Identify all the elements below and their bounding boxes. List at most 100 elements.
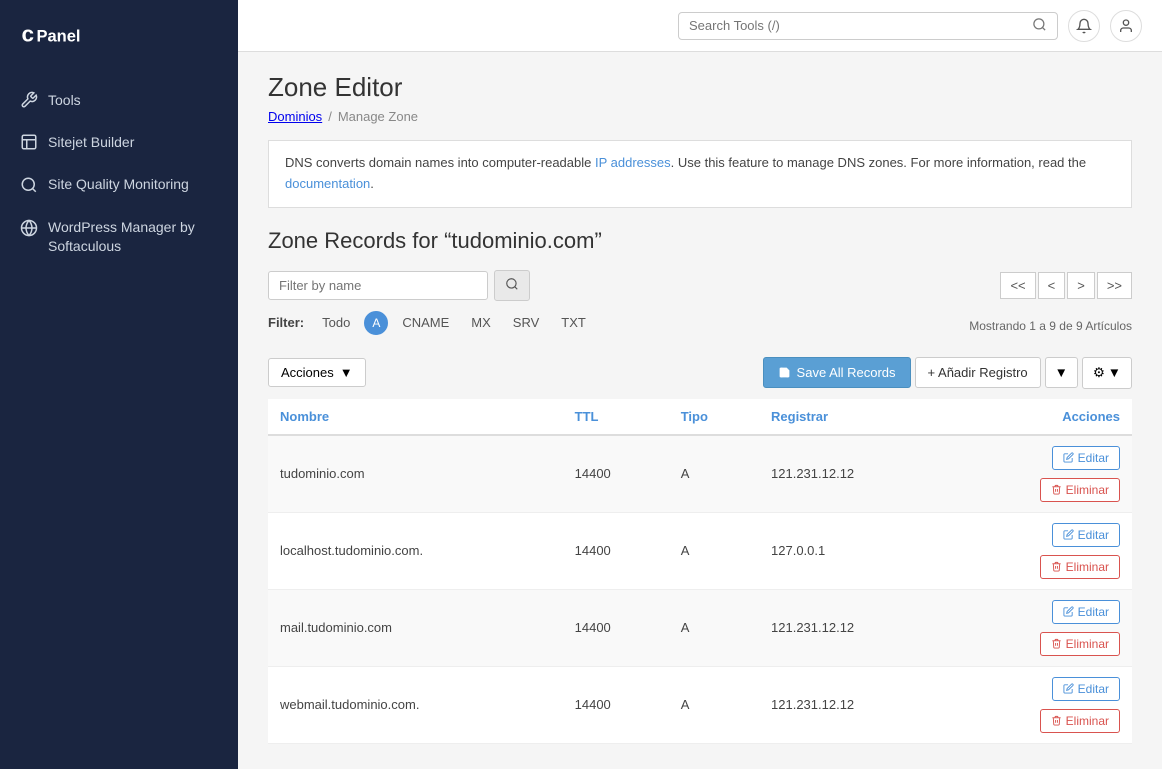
cell-ttl: 14400 [563, 435, 669, 513]
cell-actions: Editar Eliminar [948, 435, 1132, 513]
col-tipo: Tipo [669, 399, 759, 435]
gear-icon: ⚙ [1093, 365, 1105, 381]
cell-nombre: mail.tudominio.com [268, 589, 563, 666]
pagination: << < > >> [1000, 272, 1132, 299]
svg-text:Panel: Panel [37, 28, 81, 46]
delete-button[interactable]: Eliminar [1040, 632, 1120, 656]
cell-actions: Editar Eliminar [948, 666, 1132, 743]
desc-text-1: DNS converts domain names into computer-… [285, 155, 595, 170]
wrench-icon [20, 91, 38, 109]
page-title: Zone Editor [268, 72, 1132, 103]
table-row: mail.tudominio.com 14400 A 121.231.12.12… [268, 589, 1132, 666]
cell-tipo: A [669, 666, 759, 743]
filter-input[interactable] [268, 271, 488, 300]
pagination-last[interactable]: >> [1097, 272, 1132, 299]
cell-tipo: A [669, 435, 759, 513]
col-nombre: Nombre [268, 399, 563, 435]
search-icon [1032, 17, 1047, 35]
filter-a-button[interactable]: A [364, 311, 388, 335]
trash-icon [1051, 715, 1062, 726]
edit-button[interactable]: Editar [1052, 523, 1120, 547]
sidebar: c Panel Tools Sitejet Builder [0, 0, 238, 769]
zone-title: Zone Records for “tudominio.com” [268, 228, 1132, 254]
cell-actions: Editar Eliminar [948, 589, 1132, 666]
cell-ttl: 14400 [563, 589, 669, 666]
filter-todo-button[interactable]: Todo [314, 312, 358, 333]
save-all-records-button[interactable]: Save All Records [763, 357, 911, 388]
add-dropdown-button[interactable]: ▼ [1045, 357, 1078, 388]
type-filter-bar: Filter: Todo A CNAME MX SRV TXT [268, 311, 594, 335]
breadcrumb-parent[interactable]: Dominios [268, 109, 322, 124]
filter-bar: << < > >> [268, 270, 1132, 301]
filter-label: Filter: [268, 315, 304, 330]
cell-ttl: 14400 [563, 666, 669, 743]
breadcrumb-current: Manage Zone [338, 109, 418, 124]
cell-ttl: 14400 [563, 512, 669, 589]
svg-text:c: c [22, 22, 35, 47]
info-line: Mostrando 1 a 9 de 9 Artículos [969, 319, 1132, 333]
edit-icon [1063, 452, 1074, 463]
cell-actions: Editar Eliminar [948, 512, 1132, 589]
edit-icon [1063, 683, 1074, 694]
delete-button[interactable]: Eliminar [1040, 478, 1120, 502]
user-icon [1118, 18, 1134, 34]
acciones-button[interactable]: Acciones ▼ [268, 358, 366, 387]
search-quality-icon [20, 176, 38, 194]
main-area: Zone Editor Dominios / Manage Zone DNS c… [238, 0, 1162, 769]
sidebar-item-sitejet[interactable]: Sitejet Builder [0, 121, 238, 163]
cell-nombre: localhost.tudominio.com. [268, 512, 563, 589]
content-area: Zone Editor Dominios / Manage Zone DNS c… [238, 52, 1162, 769]
notifications-button[interactable] [1068, 10, 1100, 42]
cell-registrar: 121.231.12.12 [759, 435, 948, 513]
search-bar-container [678, 12, 1058, 40]
edit-button[interactable]: Editar [1052, 600, 1120, 624]
sidebar-item-wordpress[interactable]: WordPress Manager by Softaculous [0, 206, 238, 266]
pagination-first[interactable]: << [1000, 272, 1035, 299]
save-label: Save All Records [797, 365, 896, 380]
wordpress-icon [20, 219, 38, 237]
pagination-prev[interactable]: < [1038, 272, 1066, 299]
filter-srv-button[interactable]: SRV [505, 312, 548, 333]
col-ttl: TTL [563, 399, 669, 435]
trash-icon [1051, 561, 1062, 572]
gear-button[interactable]: ⚙ ▼ [1082, 357, 1132, 389]
breadcrumb-separator: / [328, 109, 332, 124]
filter-cname-button[interactable]: CNAME [394, 312, 457, 333]
delete-button[interactable]: Eliminar [1040, 709, 1120, 733]
zone-table: Nombre TTL Tipo Registrar Acciones tudom… [268, 399, 1132, 744]
user-menu-button[interactable] [1110, 10, 1142, 42]
table-row: localhost.tudominio.com. 14400 A 127.0.0… [268, 512, 1132, 589]
edit-button[interactable]: Editar [1052, 677, 1120, 701]
acciones-label: Acciones [281, 365, 334, 380]
ip-addresses-link[interactable]: IP addresses [595, 155, 671, 170]
cell-registrar: 127.0.0.1 [759, 512, 948, 589]
top-bar [238, 0, 1162, 52]
filter-mx-button[interactable]: MX [463, 312, 499, 333]
sidebar-nav: Tools Sitejet Builder Site Quality Monit… [0, 79, 238, 267]
cell-tipo: A [669, 512, 759, 589]
documentation-link[interactable]: documentation [285, 176, 370, 191]
cell-registrar: 121.231.12.12 [759, 666, 948, 743]
add-record-button[interactable]: + Añadir Registro [915, 357, 1041, 388]
filter-search-button[interactable] [494, 270, 530, 301]
cell-nombre: webmail.tudominio.com. [268, 666, 563, 743]
cell-tipo: A [669, 589, 759, 666]
bell-icon [1076, 18, 1092, 34]
save-icon [778, 366, 791, 379]
table-row: webmail.tudominio.com. 14400 A 121.231.1… [268, 666, 1132, 743]
edit-icon [1063, 529, 1074, 540]
filter-txt-button[interactable]: TXT [553, 312, 594, 333]
pagination-next[interactable]: > [1067, 272, 1095, 299]
edit-button[interactable]: Editar [1052, 446, 1120, 470]
delete-button[interactable]: Eliminar [1040, 555, 1120, 579]
breadcrumb: Dominios / Manage Zone [268, 109, 1132, 124]
sidebar-item-tools[interactable]: Tools [0, 79, 238, 121]
description-box: DNS converts domain names into computer-… [268, 140, 1132, 208]
cpanel-logo-svg: c Panel [20, 16, 110, 52]
sidebar-item-site-quality[interactable]: Site Quality Monitoring [0, 163, 238, 206]
sitejet-icon [20, 133, 38, 151]
cell-registrar: 121.231.12.12 [759, 589, 948, 666]
filter-search-icon [505, 277, 519, 291]
gear-dropdown-icon: ▼ [1108, 365, 1121, 380]
search-input[interactable] [689, 18, 1032, 33]
